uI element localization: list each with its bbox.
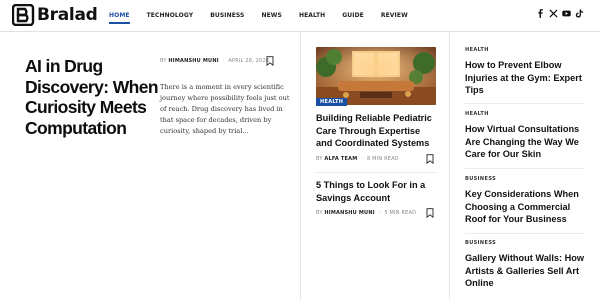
main-nav: HOME TECHNOLOGY BUSINESS NEWS HEALTH GUI…	[109, 0, 425, 31]
featured-meta: BY ALFA TEAM - 8 MIN READ	[316, 156, 399, 162]
logo-text: Bralad	[37, 5, 98, 25]
featured-thumbnail[interactable]	[316, 47, 436, 105]
nav-item-review[interactable]: REVIEW	[381, 12, 408, 19]
x-icon[interactable]	[549, 9, 558, 18]
tiktok-icon[interactable]	[575, 9, 584, 18]
hero-date: APRIL 28, 2026	[228, 58, 270, 64]
nav-item-guide[interactable]: GUIDE	[342, 12, 364, 19]
category-label[interactable]: HEALTH	[465, 47, 489, 53]
article-meta: BY HIMANSHU MUNI - 5 MIN READ	[316, 210, 416, 216]
divider	[465, 233, 585, 234]
hero-author[interactable]: HIMANSHU MUNI	[168, 58, 218, 64]
bookmark-icon[interactable]	[426, 154, 434, 164]
divider	[316, 172, 436, 173]
featured-author[interactable]: ALFA TEAM	[324, 156, 357, 162]
meta-separator: -	[222, 58, 225, 64]
nav-item-business[interactable]: BUSINESS	[210, 12, 244, 19]
meta-by: BY	[316, 156, 323, 162]
logo-mark-icon	[12, 4, 35, 26]
facebook-icon[interactable]	[536, 9, 545, 18]
bookmark-icon[interactable]	[266, 56, 274, 66]
nav-item-home[interactable]: HOME	[109, 12, 130, 24]
nav-item-health[interactable]: HEALTH	[299, 12, 325, 19]
meta-by: BY	[160, 58, 167, 64]
category-label[interactable]: HEALTH	[465, 111, 489, 117]
column-divider	[300, 32, 301, 300]
column-divider	[449, 32, 450, 300]
site-logo[interactable]: Bralad	[12, 4, 98, 26]
sidebar-article-title[interactable]: Gallery Without Walls: How Artists & Gal…	[465, 252, 587, 290]
category-label[interactable]: BUSINESS	[465, 240, 496, 246]
category-label[interactable]: BUSINESS	[465, 176, 496, 182]
hero-excerpt: There is a moment in every scientific jo…	[160, 83, 290, 135]
social-links	[536, 9, 584, 18]
article-read-time: 5 MIN READ	[384, 210, 417, 216]
bookmark-icon[interactable]	[426, 208, 434, 218]
hero-meta: BY HIMANSHU MUNI - APRIL 28, 2026	[160, 58, 269, 64]
hero-title[interactable]: AI in Drug Discovery: When Curiosity Mee…	[25, 56, 160, 138]
article-author[interactable]: HIMANSHU MUNI	[324, 210, 374, 216]
divider	[465, 168, 585, 169]
sidebar-article-title[interactable]: How to Prevent Elbow Injuries at the Gym…	[465, 59, 587, 97]
featured-read-time: 8 MIN READ	[367, 156, 399, 162]
meta-separator: -	[361, 156, 364, 162]
nav-item-news[interactable]: NEWS	[261, 12, 281, 19]
article-title[interactable]: 5 Things to Look For in a Savings Accoun…	[316, 179, 436, 204]
featured-title[interactable]: Building Reliable Pediatric Care Through…	[316, 112, 436, 150]
site-header: Bralad HOME TECHNOLOGY BUSINESS NEWS HEA…	[0, 0, 600, 31]
meta-by: BY	[316, 210, 323, 216]
nav-item-technology[interactable]: TECHNOLOGY	[147, 12, 194, 19]
divider	[465, 103, 585, 104]
sidebar-article-title[interactable]: Key Considerations When Choosing a Comme…	[465, 188, 587, 226]
sidebar-article-title[interactable]: How Virtual Consultations Are Changing t…	[465, 123, 587, 161]
meta-separator: -	[378, 210, 381, 216]
category-badge[interactable]: HEALTH	[316, 98, 348, 106]
youtube-icon[interactable]	[562, 9, 571, 18]
